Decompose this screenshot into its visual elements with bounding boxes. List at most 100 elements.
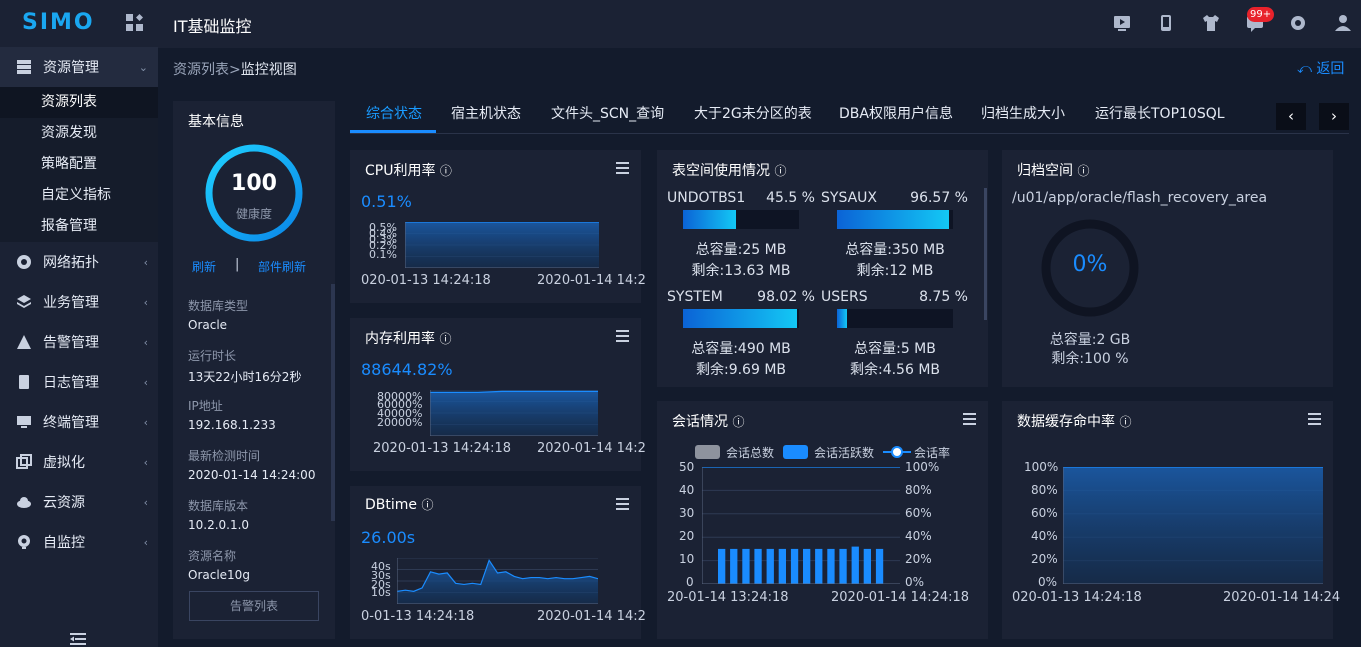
- sidebar-item-report[interactable]: 报备管理: [0, 211, 158, 242]
- scrollbar[interactable]: [331, 284, 335, 521]
- chevron-left-icon: ‹: [143, 495, 148, 509]
- cpu-title: CPU利用率 ⓘ: [365, 160, 452, 180]
- y-tick-right: 40%: [905, 529, 932, 543]
- alarm-list-button[interactable]: 告警列表: [189, 591, 319, 621]
- info-icon[interactable]: ⓘ: [774, 164, 786, 178]
- tablespace-name: SYSTEM: [667, 289, 723, 305]
- archive-panel: 归档空间 ⓘ /u01/app/oracle/flash_recovery_ar…: [1002, 150, 1333, 387]
- sidebar-item-discovery[interactable]: 资源发现: [0, 118, 158, 149]
- sidebar-group-resource[interactable]: 资源管理 ⌄: [0, 47, 158, 87]
- tab-scn[interactable]: 文件头_SCN_查询: [551, 103, 664, 123]
- tablespace-bar-fill: [837, 210, 950, 229]
- sidebar-group-self-monitor[interactable]: 自监控 ‹: [0, 522, 158, 562]
- y-tick: 60%: [1031, 506, 1058, 520]
- info-icon[interactable]: ⓘ: [732, 415, 744, 429]
- dbtime-title: DBtime ⓘ: [365, 496, 433, 513]
- y-tick: 20000%: [377, 416, 423, 429]
- cache-hit-chart: [1063, 467, 1323, 584]
- part-refresh-link[interactable]: 部件刷新: [258, 258, 306, 275]
- field-value: 192.168.1.233: [188, 418, 276, 432]
- chevron-down-icon: ⌄: [138, 60, 148, 74]
- y-tick-right: 100%: [905, 460, 940, 474]
- back-button[interactable]: ⤺ 返回: [1297, 58, 1344, 78]
- field-value: 2020-01-14 14:24:00: [188, 468, 316, 482]
- sidebar-group-label: 云资源: [43, 495, 85, 511]
- legend-total[interactable]: 会话总数: [726, 444, 774, 461]
- sidebar-group-log[interactable]: 日志管理 ‹: [0, 362, 158, 402]
- tab-large-table[interactable]: 大于2G未分区的表: [694, 103, 812, 123]
- cpu-title-text: CPU利用率: [365, 163, 436, 179]
- apps-grid-icon[interactable]: [126, 14, 144, 32]
- info-icon[interactable]: ⓘ: [440, 164, 452, 178]
- top-header: IT基础监控 99+: [126, 0, 1361, 48]
- sidebar-group-alarm[interactable]: 告警管理 ‹: [0, 322, 158, 362]
- field-label: 运行时长: [188, 349, 237, 363]
- tab-prev-button[interactable]: ‹: [1276, 103, 1306, 130]
- legend-active[interactable]: 会话活跃数: [814, 444, 874, 461]
- sidebar-group-cloud[interactable]: 云资源 ‹: [0, 482, 158, 522]
- legend-rate-swatch[interactable]: [883, 445, 911, 459]
- chevron-left-icon: ‹: [143, 415, 148, 429]
- sidebar-item-policy[interactable]: 策略配置: [0, 149, 158, 180]
- bar: [827, 548, 835, 584]
- bar: [803, 548, 811, 584]
- info-icon[interactable]: ⓘ: [421, 498, 433, 512]
- tab-host[interactable]: 宿主机状态: [451, 103, 521, 123]
- menu-icon[interactable]: [1308, 413, 1321, 425]
- screen-play-icon[interactable]: [1112, 13, 1132, 33]
- sidebar-group-terminal[interactable]: 终端管理 ‹: [0, 402, 158, 442]
- tab-dba-users[interactable]: DBA权限用户信息: [839, 103, 953, 123]
- layers-icon: [17, 295, 31, 308]
- field-label: IP地址: [188, 399, 223, 413]
- tablespace-bar: [837, 309, 953, 328]
- info-icon[interactable]: ⓘ: [1119, 415, 1131, 429]
- user-icon[interactable]: [1333, 13, 1353, 33]
- menu-icon[interactable]: [616, 330, 629, 342]
- info-icon[interactable]: ⓘ: [1077, 164, 1089, 178]
- chevron-left-icon: ‹: [143, 455, 148, 469]
- network-icon: [17, 255, 31, 269]
- mobile-icon[interactable]: [1156, 13, 1176, 33]
- legend-total-swatch[interactable]: [695, 445, 720, 459]
- cpu-panel: CPU利用率 ⓘ 0.51% 0.5% 0.4% 0.3% 0.2% 0.1% …: [350, 150, 646, 303]
- link-separator: |: [235, 257, 240, 272]
- chevron-left-icon: ‹: [143, 375, 148, 389]
- breadcrumb-current: 监控视图: [240, 62, 297, 78]
- bar: [754, 548, 762, 584]
- legend-rate[interactable]: 会话率: [914, 444, 950, 461]
- cloud-icon: [17, 497, 31, 508]
- sidebar-item-resource-list[interactable]: 资源列表: [0, 87, 158, 118]
- series-area: [405, 222, 599, 268]
- legend-active-swatch[interactable]: [783, 445, 808, 459]
- y-tick: 100%: [1024, 460, 1059, 474]
- tab-overview[interactable]: 综合状态: [366, 103, 422, 123]
- y-tick: 50: [679, 460, 695, 474]
- collapse-menu-icon[interactable]: [70, 633, 86, 645]
- tablespace-name: SYSAUX: [821, 190, 877, 206]
- undo-icon: ⤺: [1297, 61, 1312, 77]
- menu-icon[interactable]: [963, 413, 976, 425]
- gear-icon[interactable]: [1288, 13, 1308, 33]
- field-label: 资源名称: [188, 549, 237, 563]
- sidebar-group-virtual[interactable]: 虚拟化 ‹: [0, 442, 158, 482]
- sidebar-group-business[interactable]: 业务管理 ‹: [0, 282, 158, 322]
- sidebar-group-network[interactable]: 网络拓扑 ‹: [0, 242, 158, 282]
- bar: [742, 548, 750, 584]
- info-icon[interactable]: ⓘ: [439, 332, 451, 346]
- chevron-left-icon: ‹: [143, 535, 148, 549]
- scrollbar[interactable]: [984, 188, 987, 320]
- bar: [875, 548, 884, 584]
- tab-next-button[interactable]: ›: [1319, 103, 1349, 130]
- refresh-link[interactable]: 刷新: [192, 258, 216, 275]
- tab-archive-size[interactable]: 归档生成大小: [981, 103, 1065, 123]
- sidebar-item-custom-metric[interactable]: 自定义指标: [0, 180, 158, 211]
- x-tick-start: 20-01-14 13:24:18: [667, 590, 789, 605]
- tablespace-total: 总容量:490 MB: [691, 341, 791, 357]
- menu-icon[interactable]: [616, 162, 629, 174]
- menu-icon[interactable]: [616, 498, 629, 510]
- sidebar-group-label: 业务管理: [43, 295, 99, 311]
- tab-top-sql[interactable]: 运行最长TOP10SQL: [1095, 103, 1225, 123]
- breadcrumb-parent[interactable]: 资源列表>: [173, 62, 241, 78]
- app-title: IT基础监控: [173, 17, 252, 36]
- shirt-icon[interactable]: [1201, 13, 1221, 33]
